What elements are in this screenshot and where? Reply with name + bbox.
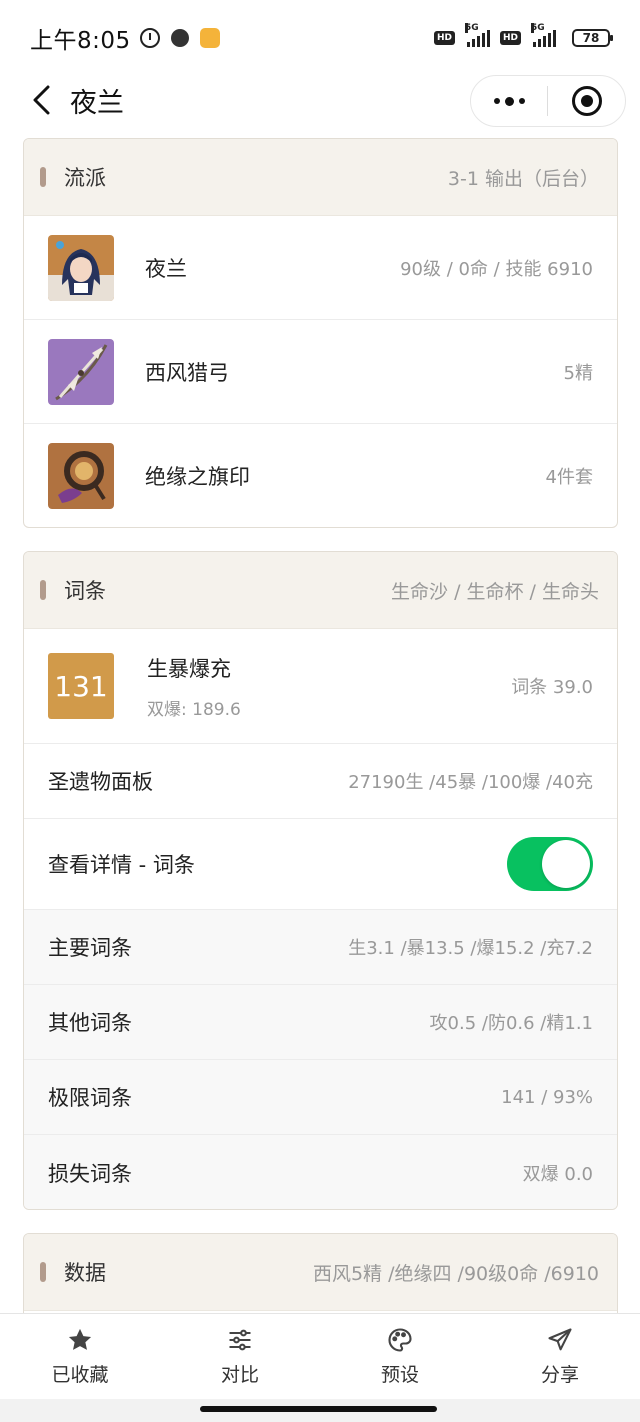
main-stats-value: 生3.1 /暴13.5 /爆15.2 /充7.2 <box>348 938 593 959</box>
star-icon <box>68 1328 92 1350</box>
tab-favorites-label: 已收藏 <box>51 1364 109 1386</box>
score-row: 131 生暴爆充 双爆: 189.6 词条 39.0 <box>24 629 617 744</box>
weapon-row[interactable]: 西风猎弓 5精 <box>24 320 617 424</box>
data-card-title: 数据 <box>64 1261 106 1285</box>
app-notification-icon <box>169 27 191 49</box>
signal-icon-2: 5G <box>531 23 556 47</box>
page-title: 夜兰 <box>70 87 124 119</box>
score-count: 词条 39.0 <box>511 677 593 698</box>
target-icon <box>571 86 602 116</box>
status-left: 上午8:05 <box>30 21 221 55</box>
other-stats-label: 其他词条 <box>48 1011 132 1035</box>
main-stats-row: 主要词条 生3.1 /暴13.5 /爆15.2 /充7.2 <box>24 910 617 985</box>
artifact-panel-label: 圣遗物面板 <box>48 770 153 794</box>
build-card-header: 流派 3-1 输出（后台） <box>24 139 617 216</box>
tab-compare-label: 对比 <box>220 1364 259 1386</box>
signal-icon: 5G <box>464 23 490 47</box>
stats-card: 词条 生命沙 / 生命杯 / 生命头 131 生暴爆充 双爆: 189.6 词条… <box>23 551 618 1210</box>
yellow-app-icon <box>199 27 221 49</box>
battery-icon: 78 <box>572 29 613 47</box>
score-subtitle: 双爆: 189.6 <box>147 699 241 720</box>
build-card-title: 流派 <box>64 166 106 190</box>
home-indicator[interactable] <box>200 1406 437 1412</box>
hd-icon: HD <box>433 31 455 45</box>
tab-share[interactable]: 分享 <box>480 1314 640 1399</box>
tab-presets[interactable]: 预设 <box>320 1314 480 1399</box>
palette-icon <box>388 1328 412 1352</box>
score-text: 生暴爆充 双爆: 189.6 <box>147 653 241 720</box>
data-card-subtitle: 西风5精 /绝缘四 /90级0命 /6910 <box>312 1262 599 1285</box>
weapon-icon <box>48 338 114 405</box>
build-card-subtitle: 3-1 输出（后台） <box>447 167 599 190</box>
status-bar: 上午8:05 HD 5G HD 5G 78 <box>0 0 640 76</box>
header-accent-bar <box>40 580 46 600</box>
character-avatar <box>48 234 114 301</box>
send-icon <box>548 1328 572 1351</box>
alarm-icon <box>139 27 161 49</box>
artifact-row[interactable]: 绝缘之旗印 4件套 <box>24 424 617 527</box>
tab-share-label: 分享 <box>540 1364 579 1386</box>
nav-bar: 夜兰 <box>0 75 640 127</box>
detail-toggle-row: 查看详情 - 词条 <box>24 819 617 910</box>
build-card: 流派 3-1 输出（后台） 夜兰 90级 / 0命 / 技能 6910 西风猎弓… <box>23 138 618 528</box>
header-accent-bar <box>40 1262 46 1282</box>
tab-favorites[interactable]: 已收藏 <box>0 1314 160 1399</box>
character-stats: 90级 / 0命 / 技能 6910 <box>400 258 593 280</box>
other-stats-value: 攻0.5 /防0.6 /精1.1 <box>429 1013 593 1034</box>
artifact-set-name: 绝缘之旗印 <box>145 465 250 489</box>
lost-stats-value: 双爆 0.0 <box>522 1163 593 1185</box>
score-badge: 131 <box>48 653 114 719</box>
back-button[interactable] <box>20 78 64 122</box>
status-right: HD 5G HD 5G 78 <box>433 23 613 47</box>
status-time: 上午8:05 <box>30 28 131 54</box>
lost-stats-row: 损失词条 双爆 0.0 <box>24 1135 617 1209</box>
chevron-left-icon <box>33 85 50 115</box>
stats-card-subtitle: 生命沙 / 生命杯 / 生命头 <box>391 580 599 603</box>
character-row[interactable]: 夜兰 90级 / 0命 / 技能 6910 <box>24 216 617 320</box>
detail-toggle-label: 查看详情 - 词条 <box>48 853 195 877</box>
mini-program-capsule <box>470 75 626 127</box>
stats-card-title: 词条 <box>64 579 106 603</box>
detail-toggle-switch[interactable] <box>507 837 593 891</box>
tab-presets-label: 预设 <box>380 1364 419 1386</box>
lost-stats-label: 损失词条 <box>48 1161 132 1186</box>
max-stats-label: 极限词条 <box>48 1086 132 1110</box>
artifact-icon <box>48 443 114 509</box>
max-stats-row: 极限词条 141 / 93% <box>24 1060 617 1135</box>
score-title: 生暴爆充 <box>147 656 231 681</box>
bottom-tab-bar: 已收藏 对比 预设 分享 <box>0 1313 640 1399</box>
tab-compare[interactable]: 对比 <box>160 1314 320 1399</box>
data-card-header: 数据 西风5精 /绝缘四 /90级0命 /6910 <box>24 1234 617 1311</box>
character-name: 夜兰 <box>145 256 187 281</box>
close-mini-program-button[interactable] <box>548 76 625 126</box>
more-button[interactable] <box>471 76 547 126</box>
header-accent-bar <box>40 167 46 187</box>
artifact-set-count: 4件套 <box>545 467 593 488</box>
stats-card-header: 词条 生命沙 / 生命杯 / 生命头 <box>24 552 617 629</box>
artifact-panel-value: 27190生 /45暴 /100爆 /40充 <box>348 772 593 793</box>
weapon-name: 西风猎弓 <box>145 360 229 385</box>
sliders-icon <box>229 1329 251 1351</box>
other-stats-row: 其他词条 攻0.5 /防0.6 /精1.1 <box>24 985 617 1060</box>
main-stats-label: 主要词条 <box>48 936 132 960</box>
max-stats-value: 141 / 93% <box>501 1086 593 1108</box>
artifact-panel-row: 圣遗物面板 27190生 /45暴 /100爆 /40充 <box>24 744 617 819</box>
hd-icon-2: HD <box>499 31 521 45</box>
weapon-refinement: 5精 <box>563 362 593 384</box>
